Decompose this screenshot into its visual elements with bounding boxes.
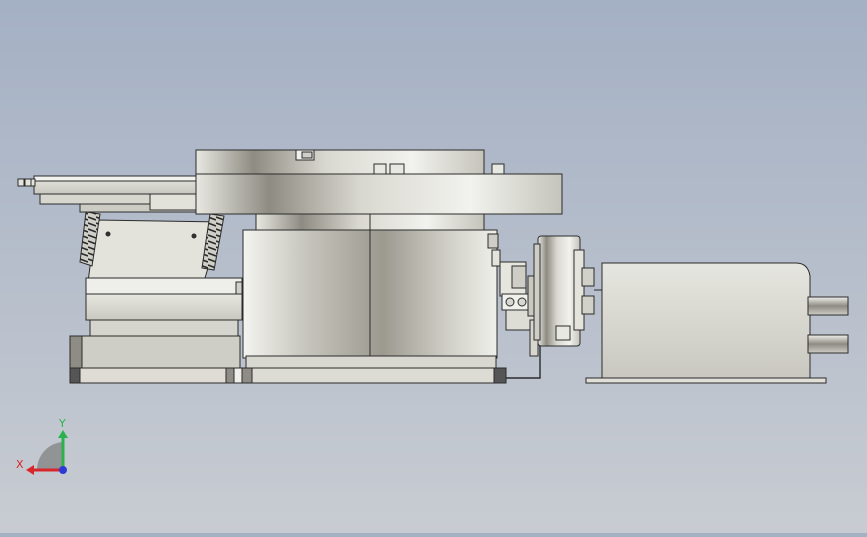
axis-triad: Y X (16, 417, 68, 475)
y-axis-arrowhead (58, 430, 68, 438)
cad-drawing: Y X (16, 149, 849, 475)
triad-plane-wedge (36, 442, 63, 470)
z-axis-dot (59, 466, 67, 474)
cad-viewport[interactable]: Y X (0, 0, 867, 533)
spring-column[interactable] (79, 211, 225, 283)
rotary-drum-housing[interactable] (242, 211, 501, 371)
left-base-block[interactable] (69, 277, 243, 384)
rotary-table-top[interactable] (195, 149, 563, 215)
motor-shafts[interactable] (807, 296, 849, 354)
x-axis-label: X (16, 458, 24, 471)
slide-table-fasteners (17, 178, 36, 187)
servo-motor[interactable] (585, 262, 827, 384)
motor-flange[interactable] (533, 235, 602, 347)
left-slide-table[interactable] (17, 175, 197, 213)
x-axis-arrowhead (26, 465, 34, 475)
encoder-bracket[interactable] (499, 261, 539, 357)
y-axis-label: Y (58, 417, 66, 430)
